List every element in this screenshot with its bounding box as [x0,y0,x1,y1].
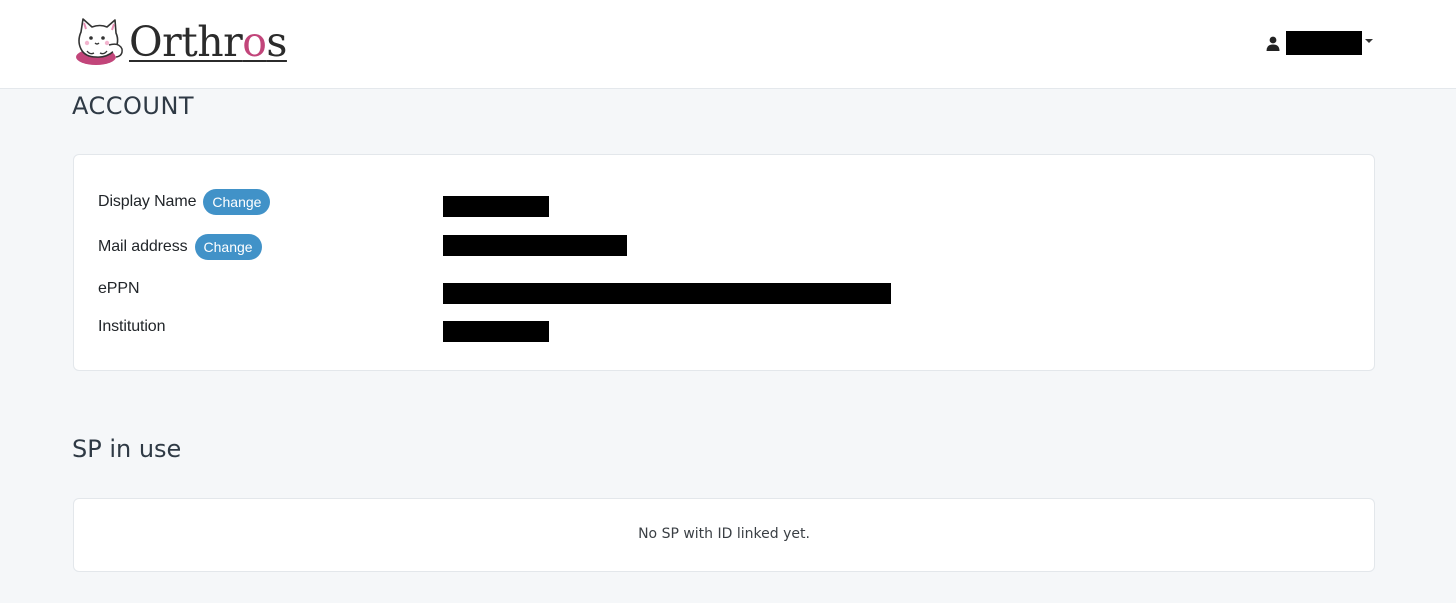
change-display-name-button[interactable]: Change [203,189,271,215]
account-row-display-name: Display Name Change █████████ [98,185,1348,219]
brand-logo[interactable]: Orthros [72,14,287,70]
account-row-eppn: ePPN ███████████████████████████████████… [98,272,1348,306]
eppn-label: ePPN [98,280,140,297]
account-row-institution: Institution █████████ [98,310,1348,344]
mail-address-label: Mail address [98,238,188,255]
sp-in-use-heading: SP in use [72,435,182,463]
user-name: ████████ [1286,31,1362,55]
sp-empty-message: No SP with ID linked yet. [638,526,810,542]
sp-card: No SP with ID linked yet. [73,498,1375,572]
change-mail-address-button[interactable]: Change [194,234,262,260]
navbar: Orthros ████████ [0,0,1456,89]
chevron-down-icon [1365,39,1373,43]
institution-value: █████████ [443,321,549,342]
display-name-label: Display Name [98,193,197,210]
institution-label: Institution [98,318,166,335]
cat-mascot-icon [76,18,123,65]
eppn-value: ████████████████████████████████████████ [443,283,891,304]
display-name-value: █████████ [443,196,549,217]
account-heading: ACCOUNT [72,92,195,120]
account-card: Display Name Change █████████ Mail addre… [73,154,1375,371]
user-menu-dropdown[interactable]: ████████ [1266,31,1373,55]
brand-name: Orthros [129,17,287,66]
account-row-mail-address: Mail address Change ████████████████ [98,230,1348,264]
user-icon [1266,36,1280,51]
mail-address-value: ████████████████ [443,235,627,256]
